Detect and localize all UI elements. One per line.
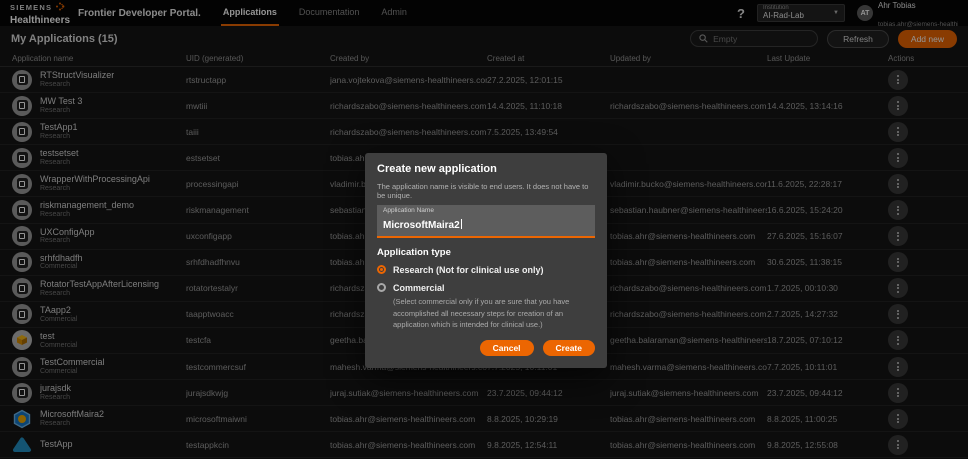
create-application-dialog: Create new application The application n… <box>365 153 607 369</box>
commercial-radio-option[interactable]: Commercial <box>377 283 595 294</box>
application-name-value: MicrosoftMaira2 <box>383 219 460 231</box>
commercial-hint: (Select commercial only if you are sure … <box>393 297 570 329</box>
commercial-radio-label: Commercial <box>393 282 445 293</box>
research-radio-option[interactable]: Research (Not for clinical use only) <box>377 265 595 276</box>
radio-selected-icon <box>377 265 386 275</box>
create-button[interactable]: Create <box>542 340 595 357</box>
application-type-label: Application type <box>377 246 451 258</box>
research-radio-label: Research (Not for clinical use only) <box>393 264 544 275</box>
application-name-label: Application Name <box>383 207 434 214</box>
radio-unselected-icon <box>377 283 386 293</box>
dialog-title: Create new application <box>377 163 497 175</box>
application-name-input[interactable]: Application Name MicrosoftMaira2 <box>377 205 595 238</box>
dialog-description: The application name is visible to end u… <box>377 182 589 200</box>
text-cursor <box>460 218 462 229</box>
frontier-developer-portal-app: SIEMENS Healthineers Frontier Developer … <box>0 0 968 459</box>
cancel-button[interactable]: Cancel <box>479 340 534 357</box>
